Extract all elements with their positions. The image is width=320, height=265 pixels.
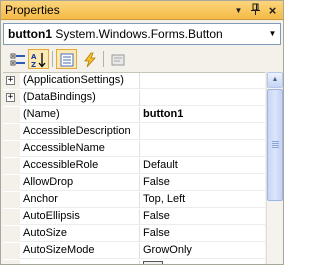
title-bar[interactable]: Properties ▼ × — [1, 1, 283, 20]
property-row-data-bindings[interactable]: + (DataBindings) — [3, 90, 265, 106]
property-name: (ApplicationSettings) — [23, 74, 124, 86]
thumb-grip — [272, 143, 279, 144]
vertical-scrollbar[interactable]: ▲ — [266, 72, 283, 264]
column-divider — [139, 226, 140, 242]
properties-window: Properties ▼ × button1 System.Windows.Fo… — [0, 0, 284, 265]
row-margin — [3, 141, 20, 157]
row-margin — [3, 124, 20, 140]
column-divider — [139, 107, 140, 123]
window-title: Properties — [5, 3, 60, 17]
row-margin — [3, 243, 20, 259]
row-margin — [3, 175, 20, 191]
property-row-partial[interactable] — [3, 260, 265, 264]
property-row-anchor[interactable]: Anchor Top, Left — [3, 192, 265, 208]
property-name: AutoEllipsis — [23, 210, 80, 222]
column-divider — [139, 209, 140, 225]
property-row-application-settings[interactable]: + (ApplicationSettings) — [3, 73, 265, 89]
alphabetical-sort-icon: A Z — [31, 53, 46, 68]
object-selector-dropdown[interactable]: button1 System.Windows.Forms.Button ▼ — [3, 23, 281, 45]
categorized-icon — [10, 53, 25, 66]
column-divider — [139, 192, 140, 208]
property-name: (DataBindings) — [23, 91, 96, 103]
column-divider — [139, 73, 140, 89]
properties-icon — [60, 53, 74, 67]
row-margin — [3, 260, 20, 264]
thumb-grip — [272, 141, 279, 142]
column-divider — [139, 141, 140, 157]
selected-object-type: System.Windows.Forms.Button — [52, 27, 223, 41]
property-grid: + (ApplicationSettings) + (DataBindings)… — [3, 72, 265, 264]
property-name: AutoSize — [23, 227, 68, 239]
categorized-button[interactable] — [7, 49, 28, 69]
property-pages-icon — [111, 54, 125, 66]
column-divider — [139, 90, 140, 106]
chevron-down-icon[interactable]: ▼ — [265, 24, 280, 44]
row-margin — [3, 226, 20, 242]
property-row-accessible-description[interactable]: AccessibleDescription — [3, 124, 265, 140]
column-divider — [139, 175, 140, 191]
property-name: AutoSizeMode — [23, 244, 95, 256]
color-swatch — [143, 261, 163, 264]
property-name: AccessibleDescription — [23, 125, 131, 137]
svg-text:A: A — [31, 53, 37, 61]
expand-plus-icon[interactable]: + — [6, 76, 15, 85]
properties-toolbar: A Z — [3, 48, 281, 70]
column-divider — [139, 158, 140, 174]
property-row-name[interactable]: (Name) button1 — [3, 107, 265, 123]
selected-object-name: button1 — [8, 27, 52, 41]
property-row-allow-drop[interactable]: AllowDrop False — [3, 175, 265, 191]
property-row-auto-ellipsis[interactable]: AutoEllipsis False — [3, 209, 265, 225]
column-divider — [139, 243, 140, 259]
property-name: Anchor — [23, 193, 58, 205]
thumb-grip — [272, 145, 279, 146]
property-value[interactable]: Default — [143, 159, 263, 173]
property-name: AccessibleRole — [23, 159, 99, 171]
toolbar-separator — [103, 51, 104, 67]
property-value[interactable]: False — [143, 176, 263, 190]
thumb-grip — [272, 147, 279, 148]
column-divider — [139, 260, 140, 264]
property-value[interactable] — [143, 125, 263, 139]
property-value[interactable]: False — [143, 227, 263, 241]
property-row-auto-size[interactable]: AutoSize False — [3, 226, 265, 242]
events-icon — [84, 52, 96, 68]
scrollbar-thumb[interactable] — [267, 89, 283, 201]
property-value[interactable] — [143, 142, 263, 156]
row-margin — [3, 209, 20, 225]
property-value[interactable]: False — [143, 210, 263, 224]
events-button[interactable] — [79, 49, 100, 69]
scroll-up-icon[interactable]: ▲ — [267, 72, 283, 88]
alphabetical-button[interactable]: A Z — [28, 49, 49, 69]
auto-hide-pin-icon[interactable] — [248, 3, 263, 18]
property-name: AllowDrop — [23, 176, 74, 188]
row-margin — [3, 107, 20, 123]
expand-plus-icon[interactable]: + — [6, 93, 15, 102]
property-row-accessible-role[interactable]: AccessibleRole Default — [3, 158, 265, 174]
row-margin — [3, 158, 20, 174]
property-value[interactable] — [143, 74, 263, 88]
column-divider — [139, 124, 140, 140]
property-value[interactable] — [143, 91, 263, 105]
property-value[interactable]: Top, Left — [143, 193, 263, 207]
close-icon[interactable]: × — [265, 3, 280, 18]
selected-object-label: button1 System.Windows.Forms.Button — [8, 27, 223, 41]
window-position-dropdown-icon[interactable]: ▼ — [231, 3, 246, 18]
toolbar-separator — [52, 51, 53, 67]
property-value[interactable]: GrowOnly — [143, 244, 263, 258]
property-row-auto-size-mode[interactable]: AutoSizeMode GrowOnly — [3, 243, 265, 259]
property-value[interactable]: button1 — [143, 108, 263, 122]
property-row-accessible-name[interactable]: AccessibleName — [3, 141, 265, 157]
svg-text:Z: Z — [31, 61, 36, 68]
property-name: (Name) — [23, 108, 60, 120]
property-pages-button[interactable] — [107, 49, 128, 69]
properties-button[interactable] — [56, 49, 77, 69]
row-margin — [3, 192, 20, 208]
property-name: AccessibleName — [23, 142, 105, 154]
